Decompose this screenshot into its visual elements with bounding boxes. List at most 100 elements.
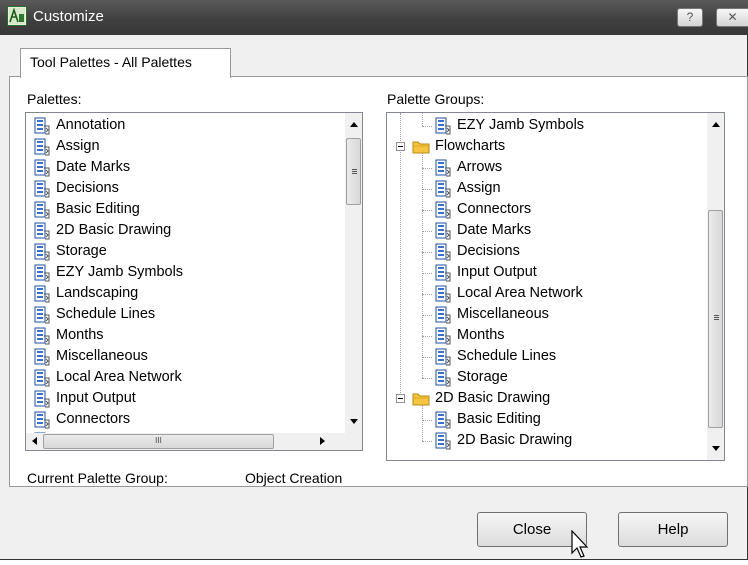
current-group-label: Current Palette Group:: [27, 470, 168, 486]
palette-icon: [435, 264, 451, 281]
palette-icon: [435, 117, 451, 134]
palette-list-item[interactable]: Basic Editing: [34, 199, 140, 220]
palette-list-item[interactable]: Date Marks: [34, 157, 130, 178]
palette-list-item[interactable]: Assign: [34, 136, 100, 157]
palette-icon: [435, 180, 451, 197]
tab-label: Tool Palettes - All Palettes: [30, 54, 192, 70]
palette-list-item[interactable]: EZY Jamb Symbols: [34, 262, 183, 283]
group-tree-palette-item[interactable]: Decisions: [435, 241, 520, 262]
palette-item-label: EZY Jamb Symbols: [56, 264, 184, 280]
close-title-button[interactable]: ✕: [716, 8, 748, 27]
palette-groups-tree[interactable]: EZY Jamb Symbols Flowcharts Arrows Assign Co…: [386, 112, 725, 461]
palette-item-label: Assign: [56, 138, 100, 154]
mouse-pointer-icon: [571, 529, 591, 563]
help-title-button[interactable]: ?: [677, 8, 703, 27]
palette-icon: [34, 285, 50, 302]
palette-list-item[interactable]: Annotation: [34, 115, 125, 136]
scroll-up-icon[interactable]: [350, 122, 358, 127]
palette-list-item[interactable]: Months: [34, 325, 104, 346]
group-tree-palette-item[interactable]: Miscellaneous: [435, 304, 549, 325]
palette-icon: [34, 243, 50, 260]
group-tree-folder-item[interactable]: Flowcharts: [412, 136, 505, 157]
scroll-down-icon[interactable]: [712, 446, 720, 451]
groups-vscrollbar[interactable]: [707, 113, 724, 460]
tree-item-label: 2D Basic Drawing: [457, 432, 573, 448]
tree-item-label: Date Marks: [457, 222, 532, 238]
group-tree-palette-item[interactable]: Basic Editing: [435, 409, 541, 430]
scroll-down-icon[interactable]: [350, 419, 358, 424]
palette-item-label: Months: [56, 327, 104, 343]
help-icon: ?: [686, 10, 694, 24]
help-button[interactable]: Help: [618, 512, 728, 547]
palette-icon: [34, 369, 50, 386]
palette-list-item[interactable]: 2D Basic Drawing: [34, 220, 171, 241]
palettes-vscrollbar[interactable]: [345, 113, 362, 433]
palette-icon: [34, 222, 50, 239]
window-title: Customize: [33, 8, 104, 25]
group-tree-palette-item[interactable]: Connectors: [435, 199, 531, 220]
palette-item-label: Connectors: [56, 411, 131, 427]
palette-icon: [435, 285, 451, 302]
tree-folder-label: 2D Basic Drawing: [435, 390, 551, 406]
palette-icon: [34, 327, 50, 344]
palette-item-label: Miscellaneous: [56, 348, 148, 364]
scroll-left-icon[interactable]: [32, 437, 37, 445]
palette-item-label: Basic Editing: [56, 201, 140, 217]
palettes-hscrollbar[interactable]: III: [26, 433, 362, 450]
palette-list-item[interactable]: Connectors: [34, 409, 130, 430]
group-tree-folder-item[interactable]: 2D Basic Drawing: [412, 388, 550, 409]
palette-item-label: 2D Basic Drawing: [56, 222, 172, 238]
collapse-toggle-icon[interactable]: [396, 142, 405, 151]
palette-icon: [34, 138, 50, 155]
scroll-up-icon[interactable]: [712, 122, 720, 127]
palette-item-label: Decisions: [56, 180, 119, 196]
palette-icon: [34, 159, 50, 176]
palettes-hscroll-thumb[interactable]: III: [43, 434, 274, 449]
palette-icon: [34, 117, 50, 134]
tree-item-label: Input Output: [457, 264, 537, 280]
scroll-right-icon[interactable]: [320, 437, 325, 445]
palette-icon: [435, 222, 451, 239]
group-tree-palette-item[interactable]: Storage: [435, 367, 508, 388]
palettes-listbox[interactable]: Annotation Assign Date Marks Decisions Basic…: [25, 112, 363, 451]
app-icon: [7, 6, 27, 26]
palette-list-item[interactable]: Local Area Network: [34, 367, 182, 388]
palette-list-item[interactable]: Storage: [34, 241, 107, 262]
group-tree-palette-item[interactable]: 2D Basic Drawing: [435, 430, 572, 451]
tree-item-label: Decisions: [457, 243, 520, 259]
palette-list-item[interactable]: Miscellaneous: [34, 346, 148, 367]
tree-item-label: EZY Jamb Symbols: [457, 117, 585, 133]
tree-item-label: Storage: [457, 369, 508, 385]
groups-vscroll-thumb[interactable]: [708, 210, 723, 428]
group-tree-palette-item[interactable]: Input Output: [435, 262, 537, 283]
palette-icon: [435, 327, 451, 344]
group-tree-palette-item[interactable]: Local Area Network: [435, 283, 583, 304]
group-tree-palette-item[interactable]: Schedule Lines: [435, 346, 556, 367]
tree-item-label: Months: [457, 327, 505, 343]
group-tree-palette-item[interactable]: Date Marks: [435, 220, 531, 241]
palette-groups-label: Palette Groups:: [387, 91, 485, 107]
tab-tool-palettes[interactable]: Tool Palettes - All Palettes: [20, 48, 231, 78]
palette-icon: [435, 369, 451, 386]
group-tree-palette-item[interactable]: EZY Jamb Symbols: [435, 115, 584, 136]
group-tree-palette-item[interactable]: Assign: [435, 178, 501, 199]
folder-icon: [412, 393, 430, 405]
group-tree-palette-item[interactable]: Months: [435, 325, 505, 346]
palette-icon: [435, 243, 451, 260]
title-bar[interactable]: Customize ? ✕: [0, 0, 748, 35]
palettes-vscroll-thumb[interactable]: [346, 138, 361, 205]
palette-item-label: Landscaping: [56, 285, 139, 301]
palette-list-item[interactable]: Input Output: [34, 388, 136, 409]
group-tree-palette-item[interactable]: Arrows: [435, 157, 502, 178]
tree-item-label: Arrows: [457, 159, 503, 175]
current-group-value: Object Creation: [245, 470, 343, 486]
palette-icon: [34, 348, 50, 365]
palette-list-item[interactable]: Schedule Lines: [34, 304, 155, 325]
collapse-toggle-icon[interactable]: [396, 394, 405, 403]
palettes-label: Palettes:: [27, 91, 82, 107]
palette-icon: [34, 306, 50, 323]
palette-list-item[interactable]: Decisions: [34, 178, 119, 199]
palette-list-item[interactable]: Landscaping: [34, 283, 138, 304]
palette-item-label: Date Marks: [56, 159, 131, 175]
tree-item-label: Local Area Network: [457, 285, 583, 301]
